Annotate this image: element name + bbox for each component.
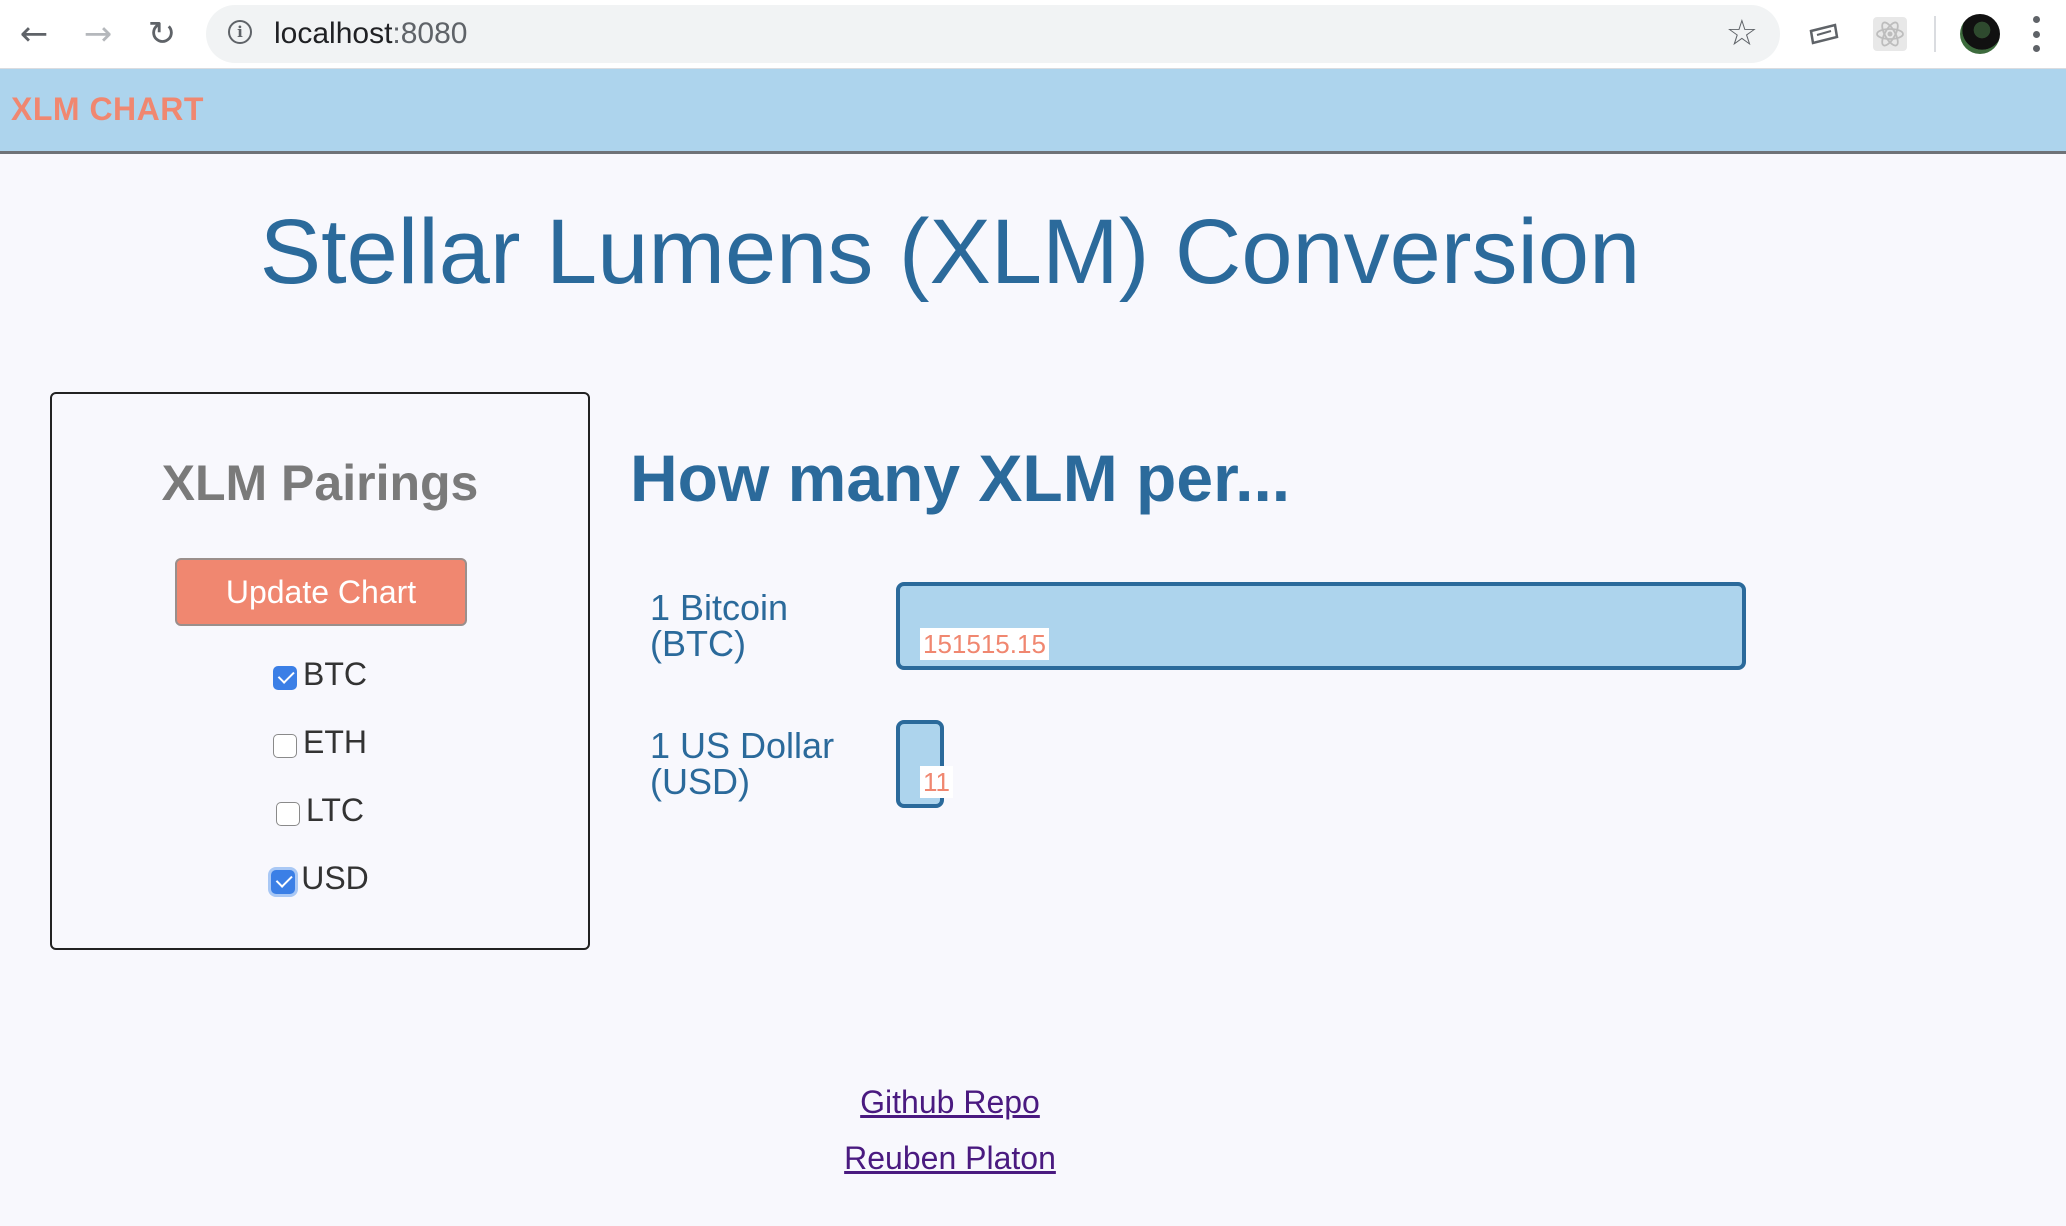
toolbar-divider — [1934, 16, 1936, 52]
row-label-btc: 1 Bitcoin (BTC) — [650, 590, 880, 662]
url-text[interactable]: localhost:8080 — [274, 17, 467, 51]
bar-btc: 151515.15 — [896, 582, 1746, 670]
pairing-option-usd[interactable]: USD — [52, 860, 588, 897]
pairing-option-ltc[interactable]: LTC — [52, 792, 588, 829]
checkbox-ltc[interactable] — [275, 801, 300, 826]
bar-value-usd: 11 — [920, 766, 953, 798]
checkbox-usd[interactable] — [271, 869, 296, 894]
browser-menu-icon[interactable] — [2032, 16, 2040, 52]
checkbox-eth[interactable] — [273, 733, 297, 758]
bar-usd: 11 — [896, 720, 953, 808]
reload-icon[interactable]: ↻ — [136, 8, 188, 60]
row-label-btc-line1: 1 Bitcoin — [650, 587, 789, 628]
bookmark-star-icon[interactable]: ☆ — [1726, 13, 1758, 54]
page-title: Stellar Lumens (XLM) Conversion — [259, 201, 1641, 303]
checkbox-btc[interactable] — [273, 665, 297, 690]
row-label-usd: 1 US Dollar (USD) — [650, 728, 880, 800]
app-navbar: XLM CHART — [0, 69, 2066, 154]
author-link[interactable]: Reuben Platon — [0, 1140, 1900, 1177]
pairing-label-usd: USD — [301, 860, 369, 896]
pairing-label-ltc: LTC — [305, 792, 365, 828]
react-devtools-icon[interactable] — [1868, 12, 1912, 56]
pairing-option-eth[interactable]: ETH — [52, 724, 588, 761]
address-bar[interactable]: i localhost:8080 ☆ — [206, 5, 1780, 63]
pairings-panel: XLM Pairings Update Chart BTC ETH LTC US… — [50, 392, 590, 950]
browser-toolbar: ← → ↻ i localhost:8080 ☆ — [0, 0, 2066, 69]
profile-avatar[interactable] — [1960, 14, 2000, 54]
row-label-usd-line2: (USD) — [650, 761, 750, 802]
extension-icon[interactable] — [1802, 12, 1846, 56]
pairing-label-eth: ETH — [303, 724, 367, 760]
info-icon[interactable]: i — [228, 20, 252, 44]
pairing-option-btc[interactable]: BTC — [52, 656, 588, 693]
pairings-title: XLM Pairings — [161, 455, 479, 511]
update-chart-button[interactable]: Update Chart — [175, 558, 467, 626]
brand-logo-text[interactable]: XLM CHART — [11, 91, 204, 128]
github-repo-link[interactable]: Github Repo — [0, 1084, 1900, 1121]
row-label-usd-line1: 1 US Dollar — [650, 725, 835, 766]
back-arrow-icon[interactable]: ← — [8, 8, 60, 60]
conversion-heading: How many XLM per... — [630, 441, 1291, 515]
row-label-btc-line2: (BTC) — [650, 623, 746, 664]
pairing-label-btc: BTC — [303, 656, 367, 692]
bar-value-btc: 151515.15 — [920, 628, 1049, 660]
forward-arrow-icon[interactable]: → — [72, 8, 124, 60]
